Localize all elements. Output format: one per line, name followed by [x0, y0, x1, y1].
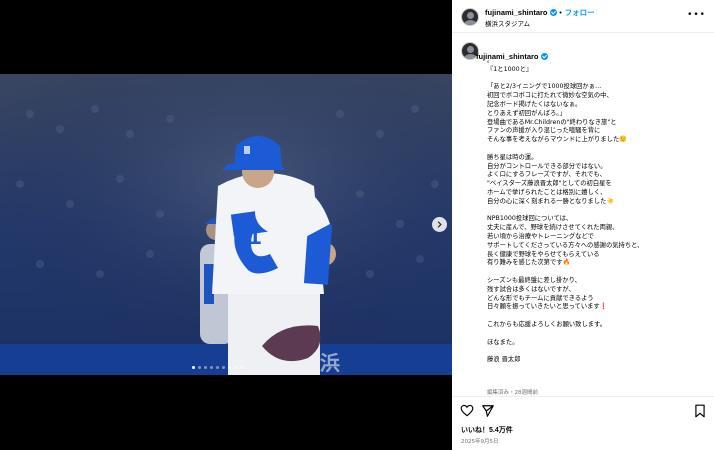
media-pane: 横浜 1: [0, 0, 452, 450]
caption-text: 。 『1と1000と』 「あと2/3イニングで1000投球回かぁ… 初回でボコボ…: [487, 57, 644, 364]
carousel-dot: [228, 366, 231, 369]
verified-badge-icon: [549, 9, 557, 16]
photo-illustration: 横浜 1: [0, 74, 452, 375]
carousel-dot: [222, 366, 225, 369]
carousel-dot: [210, 366, 213, 369]
chevron-right-icon: [437, 221, 442, 228]
separator-dot: •: [558, 9, 563, 17]
post-side-panel: fujinami_shintaro • フォロー 横浜スタジアム ••• fujin…: [452, 0, 714, 450]
carousel-dot: [198, 366, 201, 369]
post-actions: いいね！5.4万件 2025年9月5日: [452, 396, 714, 450]
carousel-indicator: [192, 366, 243, 369]
more-options-icon[interactable]: •••: [687, 10, 706, 20]
heart-icon[interactable]: [460, 404, 474, 418]
carousel-next-button[interactable]: [432, 217, 447, 232]
location-link[interactable]: 横浜スタジアム: [485, 18, 530, 28]
carousel-dot: [240, 366, 243, 369]
caption-scroll-area[interactable]: fujinami_shintaro 。 『1と1000と』 「あと2/3イニング…: [452, 33, 714, 396]
likes-count[interactable]: いいね！5.4万件: [461, 425, 513, 435]
username-link[interactable]: fujinami_shintaro: [485, 8, 548, 17]
post-date[interactable]: 2025年9月5日: [461, 437, 499, 445]
share-icon[interactable]: [481, 404, 495, 418]
post-photo[interactable]: 横浜 1: [0, 74, 452, 375]
carousel-dot: [204, 366, 207, 369]
header-user-line: fujinami_shintaro • フォロー: [485, 7, 595, 18]
post-header: fujinami_shintaro • フォロー 横浜スタジアム •••: [452, 0, 714, 33]
edited-timestamp: 編集済み・28週間前: [487, 390, 538, 396]
bookmark-icon[interactable]: [693, 404, 707, 418]
carousel-dot: [234, 366, 237, 369]
avatar[interactable]: [461, 8, 479, 26]
carousel-dot: [192, 366, 195, 369]
carousel-dot: [216, 366, 219, 369]
instagram-post-modal: 横浜 1: [0, 0, 714, 450]
follow-button[interactable]: フォロー: [565, 8, 595, 17]
